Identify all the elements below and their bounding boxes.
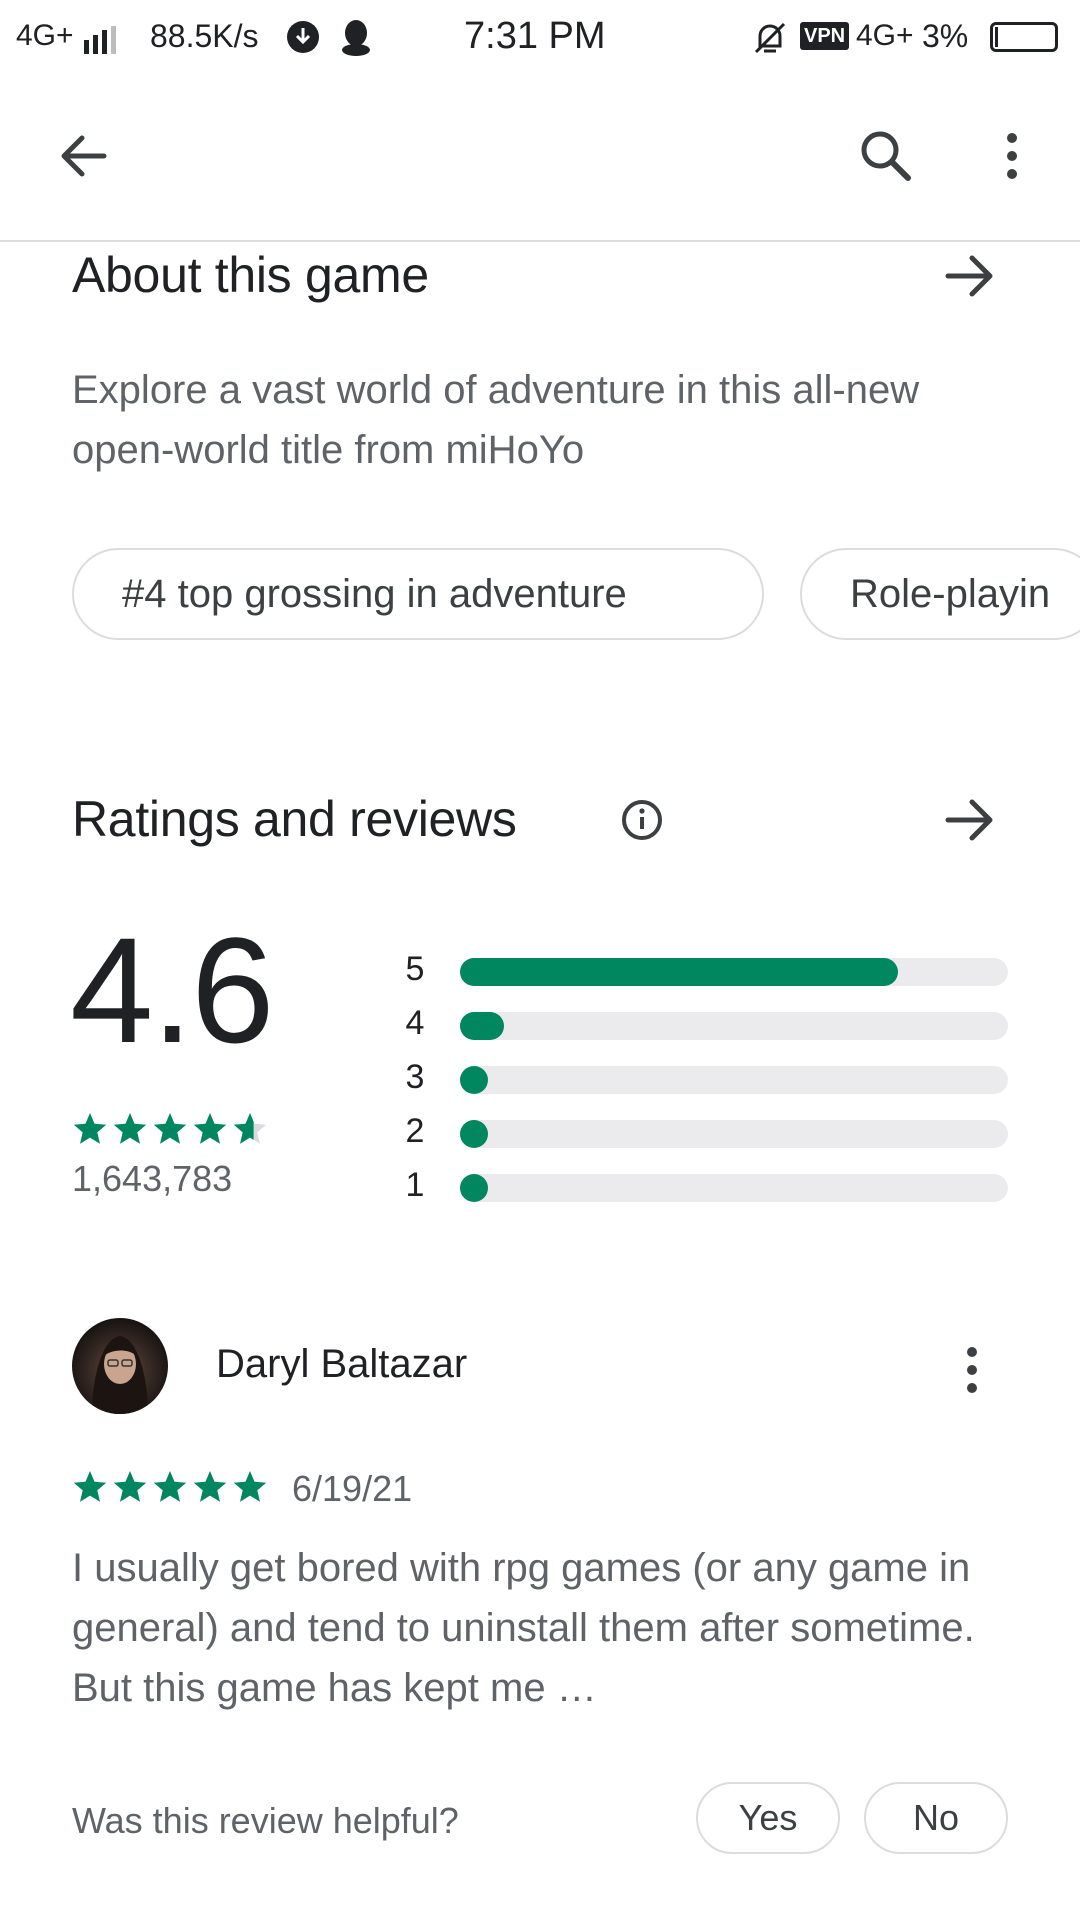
ratings-title: Ratings and reviews bbox=[72, 791, 517, 847]
rating-bar-label-1: 1 bbox=[405, 1166, 425, 1204]
average-star-filled bbox=[73, 1113, 107, 1144]
review-text[interactable]: I usually get bored with rpg games (or a… bbox=[72, 1538, 1012, 1718]
review-stars bbox=[73, 1471, 267, 1502]
rating-bar-track-3 bbox=[460, 1066, 1008, 1094]
rating-bar-label-5: 5 bbox=[405, 950, 425, 988]
average-star-filled bbox=[193, 1113, 227, 1144]
chip-top-grossing[interactable]: #4 top grossing in adventure bbox=[72, 548, 764, 640]
rating-bar-fill-4 bbox=[460, 1012, 504, 1040]
helpful-yes-button[interactable]: Yes bbox=[696, 1782, 840, 1854]
notification-app-icon bbox=[342, 20, 370, 56]
rating-count: 1,643,783 bbox=[72, 1158, 233, 1199]
arrow-left-icon bbox=[61, 135, 107, 177]
download-icon bbox=[287, 21, 319, 53]
arrow-right-icon bbox=[945, 255, 993, 297]
network-indicator-left: 4G+ bbox=[16, 19, 74, 52]
reviewer-name: Daryl Baltazar bbox=[216, 1342, 468, 1386]
rating-bar-track-5 bbox=[460, 958, 1008, 986]
rating-bar-track-2 bbox=[460, 1120, 1008, 1148]
network-speed: 88.5K/s bbox=[150, 18, 259, 54]
about-title: About this game bbox=[72, 247, 429, 303]
review-more-button[interactable] bbox=[932, 1330, 1012, 1410]
ratings-info-button[interactable] bbox=[618, 796, 666, 844]
rating-bar-fill-3 bbox=[460, 1066, 488, 1094]
review-date: 6/19/21 bbox=[292, 1468, 413, 1509]
helpful-prompt: Was this review helpful? bbox=[72, 1800, 459, 1841]
review-star-filled bbox=[233, 1471, 267, 1502]
more-vert-icon bbox=[1007, 133, 1017, 179]
rating-bar-track-4 bbox=[460, 1012, 1008, 1040]
user-photo bbox=[92, 1336, 148, 1414]
review-star-filled bbox=[73, 1471, 107, 1502]
more-vert-icon bbox=[967, 1347, 977, 1393]
about-arrow-button[interactable] bbox=[930, 236, 1010, 316]
info-icon bbox=[622, 800, 662, 840]
arrow-right-icon bbox=[945, 799, 993, 841]
review-star-filled bbox=[113, 1471, 147, 1502]
helpful-no-button[interactable]: No bbox=[864, 1782, 1008, 1854]
chip-genre[interactable]: Role-playin bbox=[800, 548, 1080, 640]
average-rating: 4.6 bbox=[70, 906, 275, 1074]
app-bar bbox=[0, 76, 1080, 242]
rating-bar-fill-1 bbox=[460, 1174, 488, 1202]
rating-bar-label-4: 4 bbox=[405, 1004, 425, 1042]
rating-bar-label-3: 3 bbox=[405, 1058, 425, 1096]
average-stars bbox=[73, 1113, 267, 1144]
rating-bar-fill-2 bbox=[460, 1120, 488, 1148]
more-options-button[interactable] bbox=[972, 116, 1052, 196]
average-star-filled bbox=[113, 1113, 147, 1144]
alarm-off-icon bbox=[754, 22, 786, 54]
review-star-filled bbox=[153, 1471, 187, 1502]
status-bar: 4G+ 88.5K/s 7:31 PM VPN 4G+ 3% bbox=[0, 0, 1080, 76]
signal-icon bbox=[84, 26, 116, 54]
vpn-badge: VPN bbox=[800, 22, 850, 50]
about-description: Explore a vast world of adventure in thi… bbox=[72, 368, 920, 472]
rating-bar-label-2: 2 bbox=[405, 1112, 425, 1150]
network-indicator-right: 4G+ bbox=[856, 19, 914, 52]
average-star-filled bbox=[153, 1113, 187, 1144]
battery-percent: 3% bbox=[922, 18, 969, 54]
search-button[interactable] bbox=[846, 116, 926, 196]
review-star-filled bbox=[193, 1471, 227, 1502]
back-button[interactable] bbox=[44, 116, 124, 196]
rating-bar-fill-5 bbox=[460, 958, 898, 986]
clock: 7:31 PM bbox=[464, 15, 606, 57]
search-icon bbox=[861, 131, 911, 181]
ratings-arrow-button[interactable] bbox=[930, 780, 1010, 860]
rating-bar-track-1 bbox=[460, 1174, 1008, 1202]
battery-icon bbox=[990, 22, 1058, 52]
avatar[interactable] bbox=[72, 1318, 168, 1414]
